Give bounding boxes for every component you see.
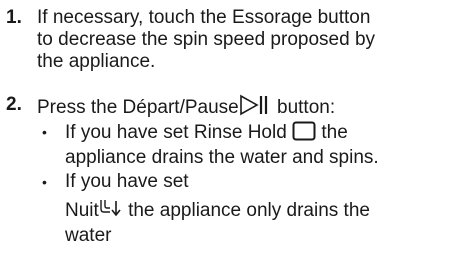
bullet-line: Nuit the appliance only drains the	[65, 197, 453, 225]
bullet-line: If you have set	[65, 171, 189, 192]
bullet-text-after: the appliance only drains the	[128, 200, 370, 221]
bullet-line: water	[65, 225, 112, 246]
step-text-before: Press the Départ/Pause	[37, 97, 239, 118]
bullet-marker: •	[42, 174, 47, 190]
step-text-after: button:	[277, 97, 336, 118]
night-icon	[99, 197, 123, 225]
bullet-text: If you have set Nuit the appliance only …	[65, 171, 453, 247]
step-line: to decrease the spin speed proposed by	[37, 29, 376, 50]
bullet-line: appliance drains the water and spins.	[65, 147, 379, 168]
step-number: 1.	[6, 7, 22, 28]
bullet-line: If you have set Rinse Hold the	[65, 121, 453, 147]
rinse-hold-icon	[292, 121, 316, 147]
step-text: Press the Départ/Pause button:	[37, 94, 453, 122]
bullet-text-before: Nuit	[65, 200, 99, 221]
bullet-marker: •	[42, 124, 47, 140]
play-pause-icon	[239, 94, 272, 122]
bullet-text-before: If you have set Rinse Hold	[65, 122, 287, 143]
instructions-page: 1. If necessary, touch the Essorage butt…	[0, 0, 455, 259]
step-line: the appliance.	[37, 51, 156, 72]
bullet-text-after: the	[321, 122, 348, 143]
step-number: 2.	[6, 94, 22, 115]
step-text: If necessary, touch the Essorage button …	[37, 7, 453, 73]
bullet-text: If you have set Rinse Hold the appliance…	[65, 121, 453, 169]
step-line: If necessary, touch the Essorage button	[37, 7, 371, 28]
